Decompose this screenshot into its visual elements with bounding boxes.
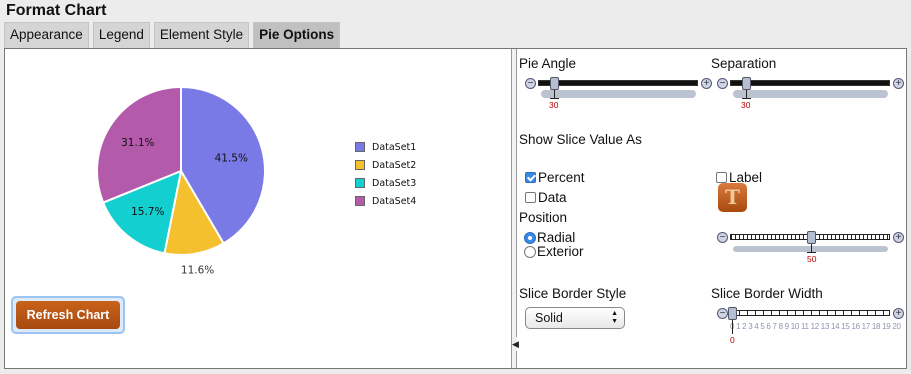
refresh-chart-button[interactable]: Refresh Chart [16,301,120,329]
legend-item: DataSet3 [355,174,416,192]
radio-selected-icon[interactable] [524,231,536,244]
legend-swatch-dataset2 [355,160,365,170]
chart-legend: DataSet1 DataSet2 DataSet3 DataSet4 [355,138,416,210]
percent-label: Percent [538,170,585,185]
position-label: Position [519,210,568,225]
exterior-label: Exterior [537,244,584,259]
checkbox-icon[interactable] [525,192,536,203]
legend-swatch-dataset4 [355,196,365,206]
tab-appearance[interactable]: Appearance [4,22,89,48]
radial-radio[interactable]: Radial [524,230,575,245]
legend-item: DataSet4 [355,192,416,210]
pie-chart: 41.5% 11.6% 15.7% 31.1% [96,85,266,277]
decrease-icon[interactable]: − [717,308,728,319]
slice-label-dataset4: 31.1% [121,137,154,149]
separation-slider[interactable]: − + 30 [717,77,904,112]
legend-label-dataset2: DataSet2 [372,159,417,171]
slice-label-dataset3: 15.7% [131,206,164,218]
increase-icon[interactable]: + [893,78,904,89]
slider-thumb[interactable] [728,307,737,320]
separation-value: 30 [741,100,751,110]
pie-options-panel: 41.5% 11.6% 15.7% 31.1% DataSet1 DataSet2 D… [4,48,907,369]
select-arrows-icon: ▲ ▼ [611,310,618,325]
slider-marker-tick [807,252,816,253]
slider-marker-tick [742,98,751,99]
position-value: 50 [807,254,817,264]
slider-marker-tick [550,98,559,99]
pie-angle-value: 30 [549,100,559,110]
slice-border-width-slider[interactable]: − + 0 1 2 3 4 5 6 7 8 9 10 11 12 13 14 1… [717,307,906,348]
slice-border-width-value: 0 [730,335,735,345]
pie-angle-slider[interactable]: − + 30 [525,77,712,112]
slider-marker [732,320,733,334]
legend-label-dataset3: DataSet3 [372,177,417,189]
legend-item: DataSet2 [355,156,416,174]
radial-label: Radial [537,230,576,245]
label-label: Label [729,170,763,185]
decrease-icon[interactable]: − [717,232,728,243]
tab-legend[interactable]: Legend [92,22,150,48]
legend-item: DataSet1 [355,138,416,156]
radio-icon[interactable] [524,245,536,258]
show-slice-value-as-label: Show Slice Value As [519,132,642,147]
tab-bar: Appearance Legend Element Style Pie Opti… [4,22,344,48]
slider-track[interactable] [730,80,890,86]
slider-thumb[interactable] [742,77,751,90]
slider-scale [733,90,888,98]
separation-label: Separation [711,56,777,71]
slider-thumb[interactable] [807,231,816,244]
slice-border-style-value: Solid [535,311,563,325]
slider-thumb[interactable] [550,77,559,90]
data-checkbox[interactable]: Data [525,190,567,205]
checkbox-checked-icon[interactable] [525,172,536,183]
label-checkbox[interactable]: Label [716,170,762,185]
pie-angle-label: Pie Angle [519,56,577,71]
legend-label-dataset4: DataSet4 [372,195,417,207]
exterior-radio[interactable]: Exterior [524,244,584,259]
window-title: Format Chart [6,2,107,19]
panel-splitter[interactable]: ◀ [511,49,519,368]
increase-icon[interactable]: + [893,232,904,243]
collapse-arrow-icon[interactable]: ◀ [512,337,519,351]
data-label: Data [538,190,567,205]
slice-border-style-label: Slice Border Style [519,286,627,301]
legend-swatch-dataset3 [355,178,365,188]
checkbox-icon[interactable] [716,172,727,183]
decrease-icon[interactable]: − [525,78,536,89]
text-format-icon[interactable]: T [718,183,747,212]
tab-element-style[interactable]: Element Style [153,22,250,48]
slice-label-dataset2: 11.6% [181,265,214,277]
slider-track[interactable] [730,310,890,316]
percent-checkbox[interactable]: Percent [525,170,585,185]
slice-label-dataset1: 41.5% [215,152,248,164]
slider-scale-numbers: 0 1 2 3 4 5 6 7 8 9 10 11 12 13 14 15 16… [730,322,901,331]
legend-swatch-dataset1 [355,142,365,152]
decrease-icon[interactable]: − [717,78,728,89]
legend-label-dataset1: DataSet1 [372,141,417,153]
increase-icon[interactable]: + [893,308,904,319]
slice-border-style-select[interactable]: Solid ▲ ▼ [525,307,625,329]
position-slider[interactable]: − + 50 [717,231,904,268]
slice-border-width-label: Slice Border Width [711,286,823,301]
tab-pie-options[interactable]: Pie Options [253,22,341,48]
increase-icon[interactable]: + [701,78,712,89]
refresh-button-focus-ring: Refresh Chart [11,296,125,334]
slider-scale [541,90,696,98]
slider-track[interactable] [538,80,698,86]
